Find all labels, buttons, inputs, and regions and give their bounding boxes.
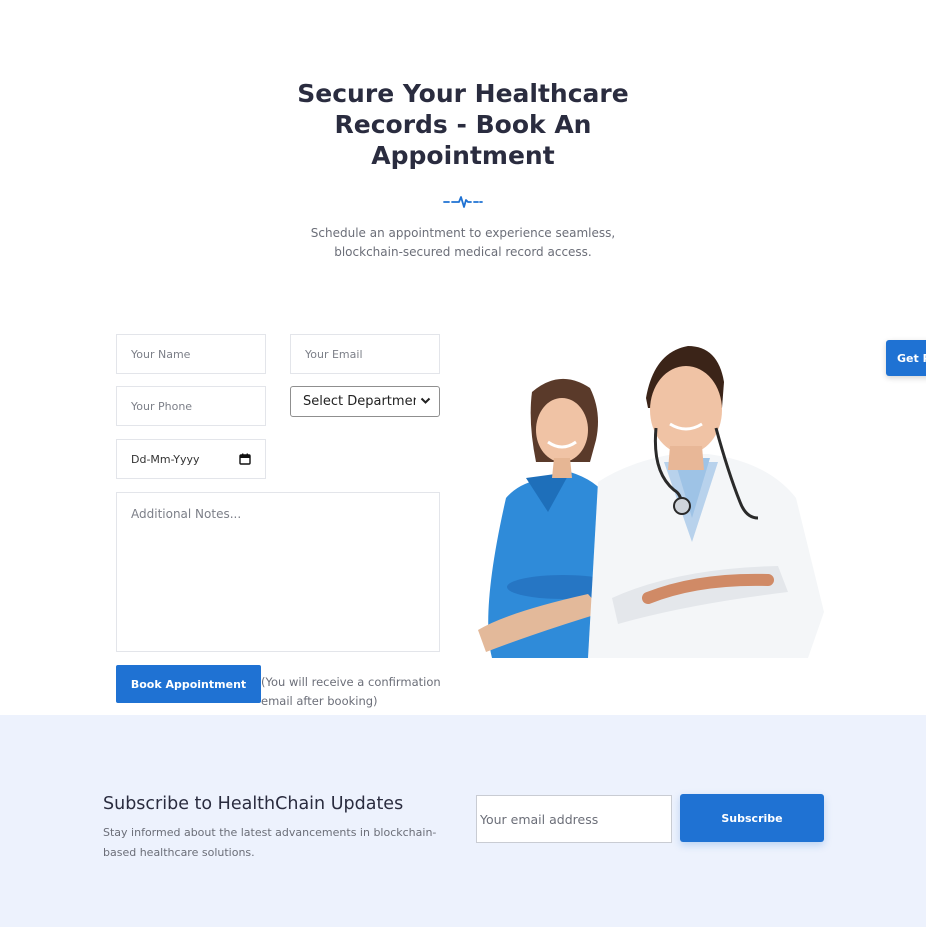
page-subtitle-line-2: blockchain-secured medical record access…	[334, 245, 592, 259]
subscribe-email-input[interactable]	[476, 795, 672, 843]
page-title-line-3: Appointment	[371, 141, 555, 170]
email-field[interactable]	[290, 334, 440, 374]
notes-field[interactable]	[116, 492, 440, 652]
department-select-value: Select Department	[303, 394, 416, 409]
date-field[interactable]: Dd-Mm-Yyyy	[116, 439, 266, 479]
confirmation-note: (You will receive a confirmation email a…	[261, 675, 441, 708]
page-title-line-2: Records - Book An	[334, 110, 592, 139]
subscribe-section: Subscribe to HealthChain Updates Stay in…	[0, 715, 926, 927]
side-tab-button[interactable]: Get P	[886, 340, 926, 376]
date-field-value: Dd-Mm-Yyyy	[131, 452, 200, 466]
subscribe-title: Subscribe to HealthChain Updates	[103, 794, 404, 814]
doctors-image	[478, 346, 824, 658]
page-subtitle-line-1: Schedule an appointment to experience se…	[310, 226, 616, 240]
page-title: Secure Your Healthcare Records - Book An…	[290, 78, 636, 171]
name-field[interactable]	[116, 334, 266, 374]
phone-field[interactable]	[116, 386, 266, 426]
chevron-down-icon	[420, 395, 431, 408]
page-subtitle: Schedule an appointment to experience se…	[296, 224, 630, 262]
book-appointment-button[interactable]: Book Appointment	[116, 665, 261, 703]
page-title-line-1: Secure Your Healthcare	[297, 79, 629, 108]
subscribe-button[interactable]: Subscribe	[680, 794, 824, 842]
subscribe-description: Stay informed about the latest advanceme…	[103, 826, 437, 859]
calendar-icon[interactable]	[239, 453, 251, 465]
department-select[interactable]: Select Department	[290, 386, 440, 417]
heartbeat-pulse-icon	[443, 196, 483, 208]
